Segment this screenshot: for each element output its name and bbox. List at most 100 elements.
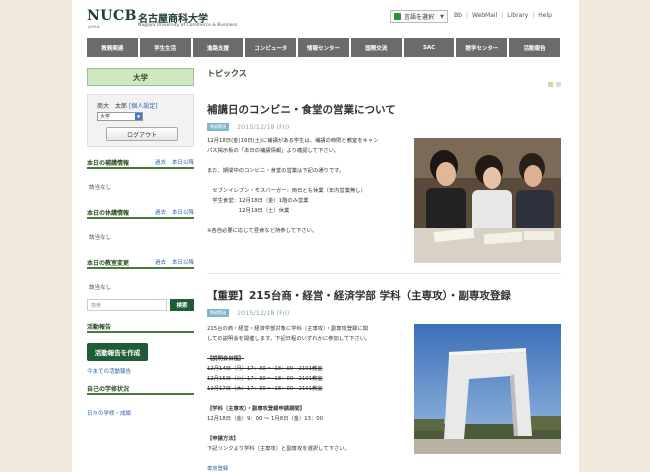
article-title[interactable]: 補講日のコンビニ・食堂の営業について: [207, 102, 561, 117]
body-line: 【説明会日程】: [207, 356, 245, 362]
past-link[interactable]: 過去: [155, 208, 166, 216]
nav-academic[interactable]: 教務関連: [87, 38, 138, 57]
link-webmail[interactable]: WebMail: [472, 12, 497, 19]
section-title: 本日の教室変更: [87, 259, 130, 267]
section-title: 本日の補講情報: [87, 159, 130, 167]
nav-computer[interactable]: コンピュータ: [245, 38, 297, 57]
activity-report-heading: 活動報告: [87, 321, 194, 333]
view-toggle[interactable]: [548, 82, 561, 87]
major-registration-link[interactable]: 専攻登録: [207, 464, 405, 472]
body-line: ※各自必要に応じて昼食など持参して下さい。: [207, 228, 318, 234]
body-line: しての説明会を開催します。下記日程のいずれかに参加して下さい。: [207, 336, 371, 342]
role-select[interactable]: 大学 ▼: [97, 112, 143, 121]
user-name: 商大 太郎: [97, 103, 128, 110]
body-line: パス掲示板の「本日の補講情報」より確認して下さい。: [207, 148, 340, 154]
supplementary-lecture-section: 本日の補講情報 過去 本日以降 該当なし: [87, 157, 194, 207]
body-line: 【申請方法】: [207, 436, 239, 442]
body-line: また、期間中のコンビニ・食堂の営業は下記の通りです。: [207, 168, 345, 174]
body-line: [207, 394, 405, 404]
article-body: 12月18日(金)19日(土)に補講がある学生は、補講の時限と教室をキャン パス…: [207, 136, 405, 236]
past-activity-reports-link[interactable]: 今までの活動報告: [87, 367, 194, 375]
body-line: [207, 424, 405, 434]
article-divider: [207, 273, 561, 274]
study-status-heading: 自己の学修状況: [87, 383, 194, 395]
body-line: セブンイレブン・モスバーガー：両日とも休業（年内営業無し）: [207, 188, 366, 194]
section-body: 該当なし: [89, 185, 112, 191]
past-link[interactable]: 過去: [155, 258, 166, 266]
nav-student-life[interactable]: 学生生活: [139, 38, 191, 57]
link-bb[interactable]: Bb: [454, 12, 462, 19]
main-content: トピックス 補講日のコンビニ・食堂の営業について 教務関連 2015/12/18…: [207, 68, 561, 472]
article-date: 2015/12/18 (Fri): [237, 309, 290, 317]
grid-view-icon[interactable]: [548, 82, 553, 87]
body-line: 下記リンクより学科（主専攻）と副専攻を選択して下さい。: [207, 446, 350, 452]
body-line: [207, 344, 405, 354]
nav-sac[interactable]: SAC: [403, 38, 455, 57]
campus-monument-image: [414, 324, 561, 454]
global-nav: 教務関連 学生生活 進路支援 コンピュータ 情報センター 国際交流 SAC 語学…: [87, 38, 561, 57]
link-library[interactable]: Library: [507, 12, 528, 19]
section-body: 該当なし: [89, 285, 112, 291]
daily-study-link[interactable]: 日々の学修・成績: [87, 409, 194, 417]
chevron-down-icon: ▼: [135, 113, 142, 120]
chevron-down-icon: ▼: [440, 13, 444, 20]
link-help[interactable]: Help: [538, 12, 552, 19]
nav-language-center[interactable]: 語学センター: [456, 38, 508, 57]
search-button[interactable]: 検索: [170, 299, 194, 311]
future-link[interactable]: 本日以降: [172, 158, 194, 166]
body-line: [207, 216, 405, 226]
nav-international[interactable]: 国際交流: [350, 38, 402, 57]
article-convenience-store: 補講日のコンビニ・食堂の営業について 教務関連 2015/12/18 (Fri)…: [207, 102, 561, 272]
sidebar-title: 大学: [87, 68, 194, 86]
body-line: 12月14日（月）17：30 ～ 18：00 2101教室: [207, 366, 323, 372]
login-box: 商大 太郎 [個人設定] 大学 ▼ ログアウト: [87, 94, 194, 147]
role-select-value: 大学: [100, 114, 111, 120]
section-title: 本日の休講情報: [87, 209, 130, 217]
cancelled-lecture-section: 本日の休講情報 過去 本日以降 該当なし: [87, 207, 194, 257]
body-line: 12月15日（火）17：30 ～ 18：00 2101教室: [207, 376, 323, 382]
past-link[interactable]: 過去: [155, 158, 166, 166]
personal-settings-link[interactable]: [個人設定]: [129, 103, 158, 110]
university-logo[interactable]: NUCB JAPAN 名古屋商科大学 Nagoya University of …: [87, 8, 237, 29]
nav-info-center[interactable]: 情報センター: [298, 38, 349, 57]
article-date: 2015/12/18 (Fri): [237, 123, 290, 131]
search-bar: 検索 検索: [87, 299, 194, 311]
section-body: 該当なし: [89, 235, 112, 241]
body-line: 【学科（主専攻）・副専攻登録申請期間】: [207, 406, 305, 412]
search-input[interactable]: 検索: [87, 299, 167, 311]
logo-sub: JAPAN: [88, 25, 100, 29]
list-view-icon[interactable]: [556, 82, 561, 87]
body-line: [207, 176, 405, 186]
topics-heading: トピックス: [207, 69, 247, 78]
body-line: 12月17日（木）17：30 ～ 18：00 2101教室: [207, 386, 323, 392]
sidebar: 大学 商大 太郎 [個人設定] 大学 ▼ ログアウト 本日の補講情報 過去 本日以…: [87, 68, 194, 417]
nav-activity-report[interactable]: 活動報告: [509, 38, 561, 57]
category-tag: 教務関連: [207, 123, 229, 131]
future-link[interactable]: 本日以降: [172, 258, 194, 266]
article-title[interactable]: 【重要】215台商・経営・経済学部 学科（主専攻）・副専攻登録: [207, 288, 561, 303]
body-line: 12月18日（金）9：00 ～ 1月8日（金）13：00: [207, 416, 324, 422]
body-line: 12月18日(金)19日(土)に補講がある学生は、補講の時限と教室をキャン: [207, 138, 379, 144]
language-select-label: 言語を選択: [404, 14, 435, 21]
nav-career[interactable]: 進路支援: [192, 38, 244, 57]
body-line: 215台の商・経営・経済学部対象に学科（主専攻）・副専攻登録に関: [207, 326, 369, 332]
language-select[interactable]: 言語を選択 ▼: [390, 10, 448, 23]
user-info: 商大 太郎 [個人設定]: [97, 101, 158, 110]
body-line: [207, 156, 405, 166]
future-link[interactable]: 本日以降: [172, 208, 194, 216]
article-major-registration: 【重要】215台商・経営・経済学部 学科（主専攻）・副専攻登録 教務関連 201…: [207, 288, 561, 472]
room-change-section: 本日の教室変更 過去 本日以降 該当なし: [87, 257, 194, 295]
logout-button[interactable]: ログアウト: [106, 127, 178, 141]
body-line: 学生食堂：12月18日（金）1階のみ営業: [207, 198, 309, 204]
create-activity-report-button[interactable]: 活動報告を作成: [87, 343, 148, 361]
translate-icon: [394, 13, 401, 20]
category-tag: 教務関連: [207, 309, 229, 317]
logo-english-name: Nagoya University of Commerce & Business: [138, 23, 238, 28]
body-line: 12月19日（土）休業: [207, 208, 290, 214]
logo-mark: NUCB: [87, 8, 137, 24]
page: NUCB JAPAN 名古屋商科大学 Nagoya University of …: [72, 0, 579, 472]
students-studying-image: [414, 138, 561, 263]
header: NUCB JAPAN 名古屋商科大学 Nagoya University of …: [72, 0, 579, 38]
body-line: [207, 454, 405, 464]
article-body: 215台の商・経営・経済学部対象に学科（主専攻）・副専攻登録に関 しての説明会を…: [207, 324, 405, 472]
